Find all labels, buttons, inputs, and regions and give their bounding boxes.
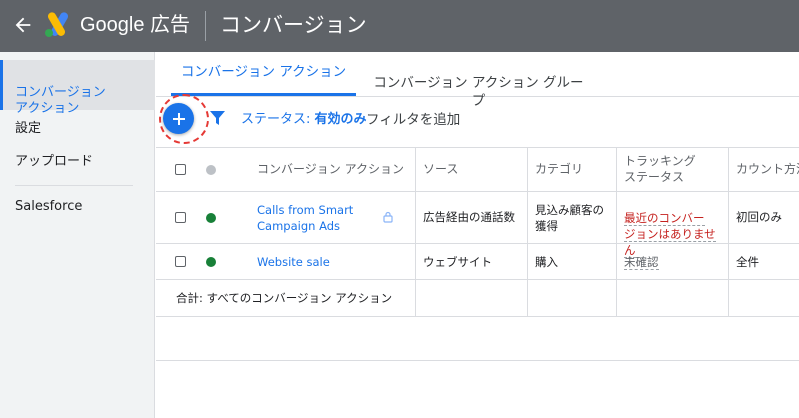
sidebar-divider	[15, 185, 133, 186]
table-footer-border	[156, 360, 799, 361]
status-header-dot	[206, 165, 216, 175]
column-divider	[728, 192, 729, 243]
category-cell: 見込み顧客の 獲得	[535, 203, 604, 233]
status-filter-value: 有効のみ	[314, 112, 367, 127]
table-row: Website sale ウェブサイト 購入 未確認 全件	[156, 244, 799, 280]
back-arrow-icon[interactable]	[12, 14, 34, 36]
column-divider	[616, 280, 617, 316]
status-filter-chip[interactable]: ステータス: 有効のみ	[241, 111, 367, 129]
total-label: 合計: すべてのコンバージョン アクション	[176, 291, 393, 305]
category-cell: 購入	[535, 255, 558, 269]
row-checkbox[interactable]	[175, 212, 186, 223]
tab-bar: コンバージョン アクション コンバージョン アクション グルー プ	[156, 52, 799, 109]
column-divider	[415, 280, 416, 316]
table-total-row: 合計: すべてのコンバージョン アクション	[156, 280, 799, 317]
column-divider	[616, 148, 617, 191]
page-title: コンバージョン	[220, 13, 367, 37]
status-dot	[206, 213, 216, 223]
column-header-tracking[interactable]: トラッキング ステータス	[624, 148, 724, 191]
select-all-checkbox[interactable]	[175, 164, 186, 175]
sidebar-item-label: 設定	[15, 121, 42, 136]
status-filter-prefix: ステータス:	[241, 112, 311, 127]
sidebar-item-label: コンバージョン アクション	[15, 85, 106, 116]
filter-icon[interactable]	[210, 111, 225, 125]
table-row: Calls from Smart Campaign Ads 広告経由の通話数 見…	[156, 192, 799, 258]
column-divider	[527, 192, 528, 243]
tracking-status-cell[interactable]: 未確認	[624, 244, 724, 279]
brand-name: Google 広告	[80, 14, 191, 36]
column-divider	[527, 148, 528, 191]
sidebar-item-salesforce[interactable]: Salesforce	[0, 199, 155, 215]
column-divider	[728, 148, 729, 191]
add-conversion-button[interactable]	[163, 103, 194, 134]
column-divider	[527, 280, 528, 316]
column-divider	[415, 244, 416, 279]
tab-conversion-actions[interactable]: コンバージョン アクション	[171, 52, 356, 96]
count-method-cell: 全件	[736, 255, 759, 269]
sidebar-item-settings[interactable]: 設定	[0, 121, 155, 137]
sidebar-item-label: アップロード	[15, 154, 94, 169]
column-divider	[616, 192, 617, 243]
header-divider	[205, 11, 206, 41]
conversion-action-link[interactable]: Calls from Smart Campaign Ads	[257, 192, 387, 243]
column-divider	[415, 192, 416, 243]
lock-icon	[383, 211, 393, 223]
column-divider	[728, 244, 729, 279]
sidebar-item-label: Salesforce	[15, 199, 83, 214]
status-dot	[206, 257, 216, 267]
add-filter-button[interactable]: フィルタを追加	[366, 111, 460, 129]
column-divider	[415, 148, 416, 191]
tab-conversion-action-groups[interactable]: コンバージョン アクション グルー プ	[371, 52, 586, 109]
row-checkbox[interactable]	[175, 256, 186, 267]
column-header-source[interactable]: ソース	[423, 148, 523, 191]
column-divider	[616, 244, 617, 279]
column-divider	[728, 280, 729, 316]
sidebar: コンバージョン アクション 設定 アップロード Salesforce	[0, 52, 155, 418]
table-header-row: コンバージョン アクション ソース カテゴリ トラッキング ステータス カウント…	[156, 147, 799, 192]
tab-label: コンバージョン アクション	[180, 64, 347, 80]
tab-label: コンバージョン アクション グルー プ	[373, 75, 584, 109]
plus-icon	[172, 112, 185, 125]
tracking-status-unverified[interactable]: 未確認	[624, 255, 659, 270]
sidebar-item-uploads[interactable]: アップロード	[0, 154, 155, 170]
column-header-count[interactable]: カウント方法	[736, 148, 799, 191]
column-divider	[527, 244, 528, 279]
tracking-status-cell[interactable]: 最近のコンバー ジョンはありませ ん	[624, 192, 726, 258]
source-cell: 広告経由の通話数	[423, 210, 515, 224]
conversion-action-link[interactable]: Website sale	[257, 244, 407, 279]
count-method-cell: 初回のみ	[736, 210, 782, 224]
source-cell: ウェブサイト	[423, 255, 492, 269]
column-header-category[interactable]: カテゴリ	[535, 148, 615, 191]
sidebar-item-conversion-actions[interactable]: コンバージョン アクション	[0, 60, 155, 116]
google-ads-logo-icon	[45, 12, 68, 37]
top-app-bar: Google 広告 コンバージョン	[0, 0, 799, 52]
column-header-action[interactable]: コンバージョン アクション	[257, 148, 412, 191]
